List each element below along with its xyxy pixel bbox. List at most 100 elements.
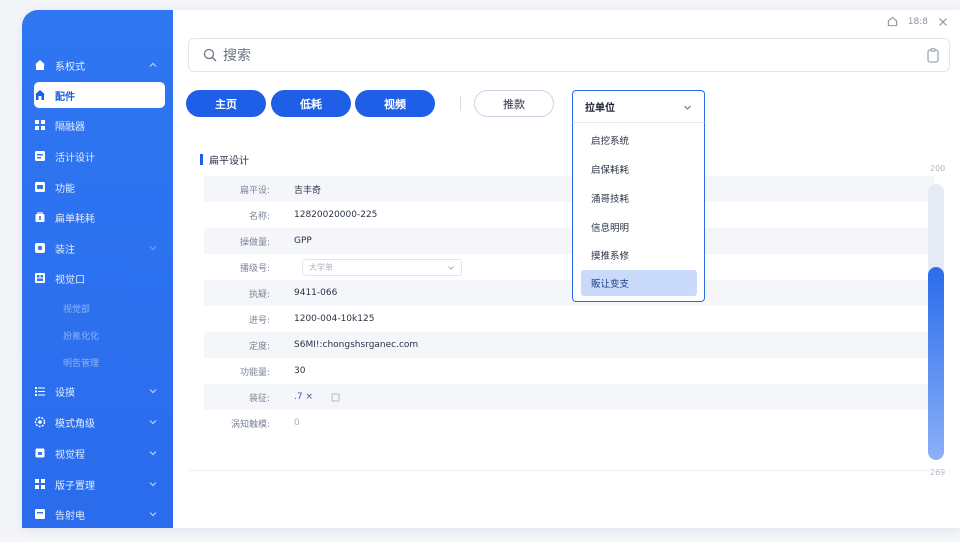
app-window: 系权式 配件 隔融器 活计设计 功能 扁单耗耗 装注 视觉口 视觉部 扮氪化化 … xyxy=(22,10,960,528)
search-bar[interactable]: 搜索 xyxy=(188,38,950,72)
status-text: 18:8 xyxy=(907,16,928,27)
chevron-down-icon[interactable] xyxy=(148,386,158,396)
sidebar-group-label: 模式角级 xyxy=(55,418,95,430)
field-value[interactable]: 吉丰奇 xyxy=(280,183,321,196)
sidebar-group-label: 版子置理 xyxy=(55,480,95,492)
sidebar-item-6[interactable]: 装注 xyxy=(34,235,164,261)
section-title: 扁平设计 xyxy=(200,152,249,167)
sidebar-group-2[interactable]: 视觉程 xyxy=(34,440,164,466)
sidebar-item-4[interactable]: 功能 xyxy=(34,174,164,200)
sidebar-subitem-0[interactable]: 视觉部 xyxy=(63,302,90,315)
scroll-top-label: 200 xyxy=(930,164,946,173)
field-label: 操做量: xyxy=(239,237,270,248)
vertical-slider[interactable] xyxy=(928,184,944,460)
field-value[interactable]: 30 xyxy=(280,366,305,376)
monitor-icon xyxy=(34,181,46,193)
field-label: 执疑: xyxy=(248,289,270,300)
sidebar-group-1[interactable]: 模式角级 xyxy=(34,409,164,435)
field-label: 播级号: xyxy=(239,263,270,274)
sidebar: 系权式 配件 隔融器 活计设计 功能 扁单耗耗 装注 视觉口 视觉部 扮氪化化 … xyxy=(22,10,173,528)
sidebar-item-7[interactable]: 视觉口 xyxy=(34,265,164,291)
sidebar-item-label: 视觉口 xyxy=(55,274,85,286)
form-row-4: 执疑: 9411-066 xyxy=(204,280,934,306)
chevron-down-icon[interactable] xyxy=(148,243,158,253)
field-value[interactable]: 9411-066 xyxy=(280,288,337,298)
chevron-down-icon[interactable] xyxy=(148,417,158,427)
dropdown-option-3[interactable]: 信息明明 xyxy=(581,214,697,240)
chevron-down-icon xyxy=(448,266,454,270)
chevron-down-icon[interactable] xyxy=(148,479,158,489)
sidebar-subitem-1[interactable]: 扮氪化化 xyxy=(63,329,99,342)
form-row-6: 定度: S6MI!:chongshsrganec.com xyxy=(204,332,934,358)
unit-dropdown[interactable]: 拉单位 xyxy=(572,90,705,122)
field-label: 装征: xyxy=(248,393,270,404)
sidebar-group-3[interactable]: 版子置理 xyxy=(34,471,164,497)
sidebar-group-label: 告射电 xyxy=(55,510,85,522)
form-row-7: 功能量: 30 xyxy=(204,358,934,384)
field-value[interactable]: S6MI!:chongshsrganec.com xyxy=(280,340,418,350)
sidebar-group-label: 视觉程 xyxy=(55,449,85,461)
level-select[interactable]: 大学单 xyxy=(302,259,462,276)
home-tab-button[interactable]: 主页 xyxy=(186,90,266,117)
tag-value[interactable]: .7 × xyxy=(280,392,313,402)
sidebar-item-label: 活计设计 xyxy=(55,152,95,164)
sidebar-group-4[interactable]: 告射电 xyxy=(34,501,164,527)
title-accent-bar xyxy=(200,154,203,165)
dropdown-option-1[interactable]: 启保耗耗 xyxy=(581,156,697,182)
gear-icon xyxy=(34,416,46,428)
form-row-0: 扁平设: 吉丰奇 xyxy=(204,176,934,202)
section-title-text: 扁平设计 xyxy=(209,156,249,167)
sidebar-group-label: 设摸 xyxy=(55,387,75,399)
chevron-down-icon[interactable] xyxy=(148,448,158,458)
sidebar-item-2[interactable]: 隔融器 xyxy=(34,112,164,138)
form-row-5: 进号: 1200-004-10k125 xyxy=(204,306,934,332)
dropdown-menu: 启挖系统 启保耗耗 涌哥技耗 信息明明 摸推系修 販让变支 xyxy=(572,122,705,302)
sidebar-item-5[interactable]: 扁单耗耗 xyxy=(34,204,164,230)
close-icon[interactable] xyxy=(938,17,948,27)
grid-icon xyxy=(34,272,46,284)
field-label: 名称: xyxy=(248,211,270,222)
video-button[interactable]: 视频 xyxy=(355,90,435,117)
window-controls: 18:8 xyxy=(887,16,948,27)
sidebar-item-3[interactable]: 活计设计 xyxy=(34,143,164,169)
dropdown-value: 拉单位 xyxy=(585,103,615,114)
field-value[interactable]: GPP xyxy=(280,236,312,246)
low-consumption-button[interactable]: 低耗 xyxy=(271,90,351,117)
sidebar-item-0[interactable]: 系权式 xyxy=(34,52,164,78)
form-row-8: 装征: .7 × xyxy=(204,384,934,410)
form-row-3: 播级号: 大学单 xyxy=(204,254,934,280)
chevron-down-icon[interactable] xyxy=(148,509,158,519)
grid-icon xyxy=(34,478,46,490)
field-value[interactable]: 1200-004-10k125 xyxy=(280,314,374,324)
sidebar-item-label: 配件 xyxy=(55,91,75,103)
chip-icon xyxy=(34,242,46,254)
field-label: 涡知触模: xyxy=(230,419,270,430)
field-value[interactable]: 0 xyxy=(280,418,300,428)
copy-icon[interactable] xyxy=(331,393,340,402)
sidebar-item-1[interactable]: 配件 xyxy=(34,82,165,108)
toolbar-divider xyxy=(460,96,461,111)
bag-icon xyxy=(34,211,46,223)
dropdown-option-2[interactable]: 涌哥技耗 xyxy=(581,185,697,211)
monitor-icon xyxy=(34,508,46,520)
form-row-2: 操做量: GPP xyxy=(204,228,934,254)
sidebar-subitem-2[interactable]: 明告管理 xyxy=(63,356,99,369)
home-icon[interactable] xyxy=(887,16,898,27)
clipboard-icon[interactable] xyxy=(927,48,939,63)
field-label: 定度: xyxy=(248,341,270,352)
sidebar-group-0[interactable]: 设摸 xyxy=(34,378,164,404)
detail-panel: 扁平设计 扁平设: 吉丰奇 名称: 12820020000-225 操做量: G… xyxy=(188,134,950,528)
select-value: 大学单 xyxy=(309,263,333,272)
chevron-down-icon xyxy=(684,105,691,110)
dropdown-option-5[interactable]: 販让变支 xyxy=(581,270,697,296)
field-label: 扁平设: xyxy=(239,185,270,196)
sidebar-item-label: 隔融器 xyxy=(55,121,85,133)
search-icon xyxy=(203,48,217,62)
lock-icon xyxy=(34,447,46,459)
push-button[interactable]: 推款 xyxy=(474,90,554,117)
dropdown-option-4[interactable]: 摸推系修 xyxy=(581,242,697,268)
sidebar-item-label: 装注 xyxy=(55,244,75,256)
chevron-up-icon[interactable] xyxy=(148,60,158,70)
dropdown-option-0[interactable]: 启挖系统 xyxy=(581,127,697,153)
field-value[interactable]: 12820020000-225 xyxy=(280,210,377,220)
